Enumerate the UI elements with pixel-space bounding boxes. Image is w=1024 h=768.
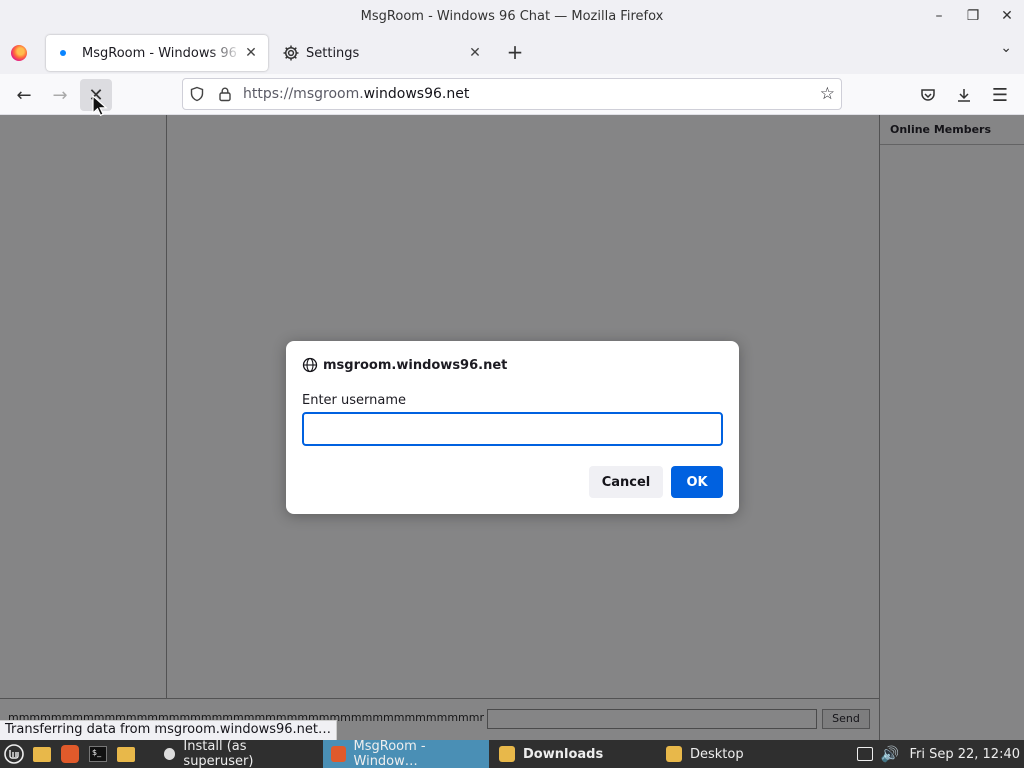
window-titlebar: MsgRoom - Windows 96 Chat — Mozilla Fire…	[0, 0, 1024, 32]
dialog-prompt: Enter username	[302, 393, 407, 408]
shield-icon[interactable]	[183, 86, 211, 102]
hamburger-menu-icon: ☰	[991, 84, 1009, 106]
close-tab-icon[interactable]: ✕	[466, 45, 484, 61]
ok-button[interactable]: OK	[671, 466, 723, 498]
taskbar-item-label: Downloads	[523, 746, 604, 762]
downloads-button[interactable]	[948, 79, 980, 111]
url-bar[interactable]: https://msgroom.windows96.net ☆	[182, 78, 842, 110]
disc-icon	[164, 748, 176, 760]
clock[interactable]: Fri Sep 22, 12:40	[909, 747, 1020, 762]
folder-icon	[499, 746, 515, 762]
tab-label: MsgRoom - Windows 96 Chat	[82, 45, 242, 61]
globe-icon	[302, 357, 318, 373]
taskbar-item-label: Install (as superuser)	[183, 739, 254, 768]
chevron-down-icon[interactable]: ⌄	[1000, 40, 1012, 56]
taskbar-item-msgroom[interactable]: MsgRoom - Window…	[323, 739, 489, 768]
username-prompt-dialog: msgroom.windows96.net Enter username Can…	[286, 341, 739, 514]
pocket-button[interactable]	[912, 79, 944, 111]
bookmark-star-icon[interactable]: ☆	[820, 84, 835, 104]
download-icon	[958, 89, 970, 102]
url-host: windows96.net	[363, 86, 470, 102]
menu-button[interactable]: ☰	[984, 79, 1016, 111]
forward-arrow-icon: →	[52, 84, 68, 106]
back-arrow-icon: ←	[16, 84, 32, 106]
back-button[interactable]: ←	[8, 79, 40, 111]
forward-button[interactable]: →	[44, 79, 76, 111]
tab-msgroom[interactable]: MsgRoom - Windows 96 Chat ✕	[46, 35, 268, 71]
gear-icon	[283, 45, 299, 61]
mouse-cursor-icon	[92, 95, 108, 117]
window-controls: – ❐ ✕	[922, 0, 1024, 32]
folder-icon	[666, 746, 682, 762]
firefox-view-icon[interactable]	[0, 45, 38, 61]
lock-icon[interactable]	[211, 86, 239, 102]
tab-label: Settings	[306, 45, 360, 61]
pocket-icon	[921, 89, 935, 101]
close-window-icon[interactable]: ✕	[990, 8, 1024, 24]
minimize-icon[interactable]: –	[922, 8, 956, 24]
tab-strip: MsgRoom - Windows 96 Chat ✕ Settings ✕ +…	[0, 32, 1024, 74]
dialog-header: msgroom.windows96.net	[302, 357, 507, 373]
volume-icon[interactable]: 🔊	[881, 745, 900, 763]
taskbar: $_ Install (as superuser) MsgRoom - Wind…	[0, 739, 1024, 768]
folder-launcher-icon[interactable]	[112, 740, 140, 768]
status-message: Transferring data from msgroom.windows96…	[0, 720, 337, 740]
terminal-launcher-icon[interactable]: $_	[84, 740, 112, 768]
maximize-icon[interactable]: ❐	[956, 8, 990, 24]
cancel-button[interactable]: Cancel	[589, 466, 663, 498]
tab-settings[interactable]: Settings ✕	[274, 35, 492, 71]
software-launcher-icon[interactable]	[56, 740, 84, 768]
mint-menu-icon[interactable]	[0, 740, 28, 768]
taskbar-item-downloads[interactable]: Downloads	[491, 740, 657, 768]
files-launcher-icon[interactable]	[28, 740, 56, 768]
new-tab-icon[interactable]: +	[504, 40, 526, 64]
close-tab-icon[interactable]: ✕	[242, 45, 260, 61]
taskbar-item-install[interactable]: Install (as superuser)	[156, 739, 322, 768]
url-prefix: https://msgroom.	[243, 86, 364, 102]
window-title: MsgRoom - Windows 96 Chat — Mozilla Fire…	[360, 8, 664, 24]
taskbar-item-desktop[interactable]: Desktop	[658, 740, 824, 768]
loading-indicator-icon	[60, 50, 66, 56]
taskbar-item-label: Desktop	[690, 746, 744, 762]
dialog-origin: msgroom.windows96.net	[323, 357, 508, 373]
taskbar-item-label: MsgRoom - Window…	[353, 739, 426, 768]
url-text[interactable]: https://msgroom.windows96.net	[243, 86, 469, 102]
system-tray: 🔊 Fri Sep 22, 12:40	[856, 740, 1020, 768]
network-icon[interactable]	[856, 747, 873, 761]
username-input[interactable]	[302, 412, 723, 446]
navigation-toolbar: ← → ✕ https://msgroom.windows96.net ☆ ☰	[0, 74, 1024, 115]
firefox-icon	[331, 746, 346, 762]
